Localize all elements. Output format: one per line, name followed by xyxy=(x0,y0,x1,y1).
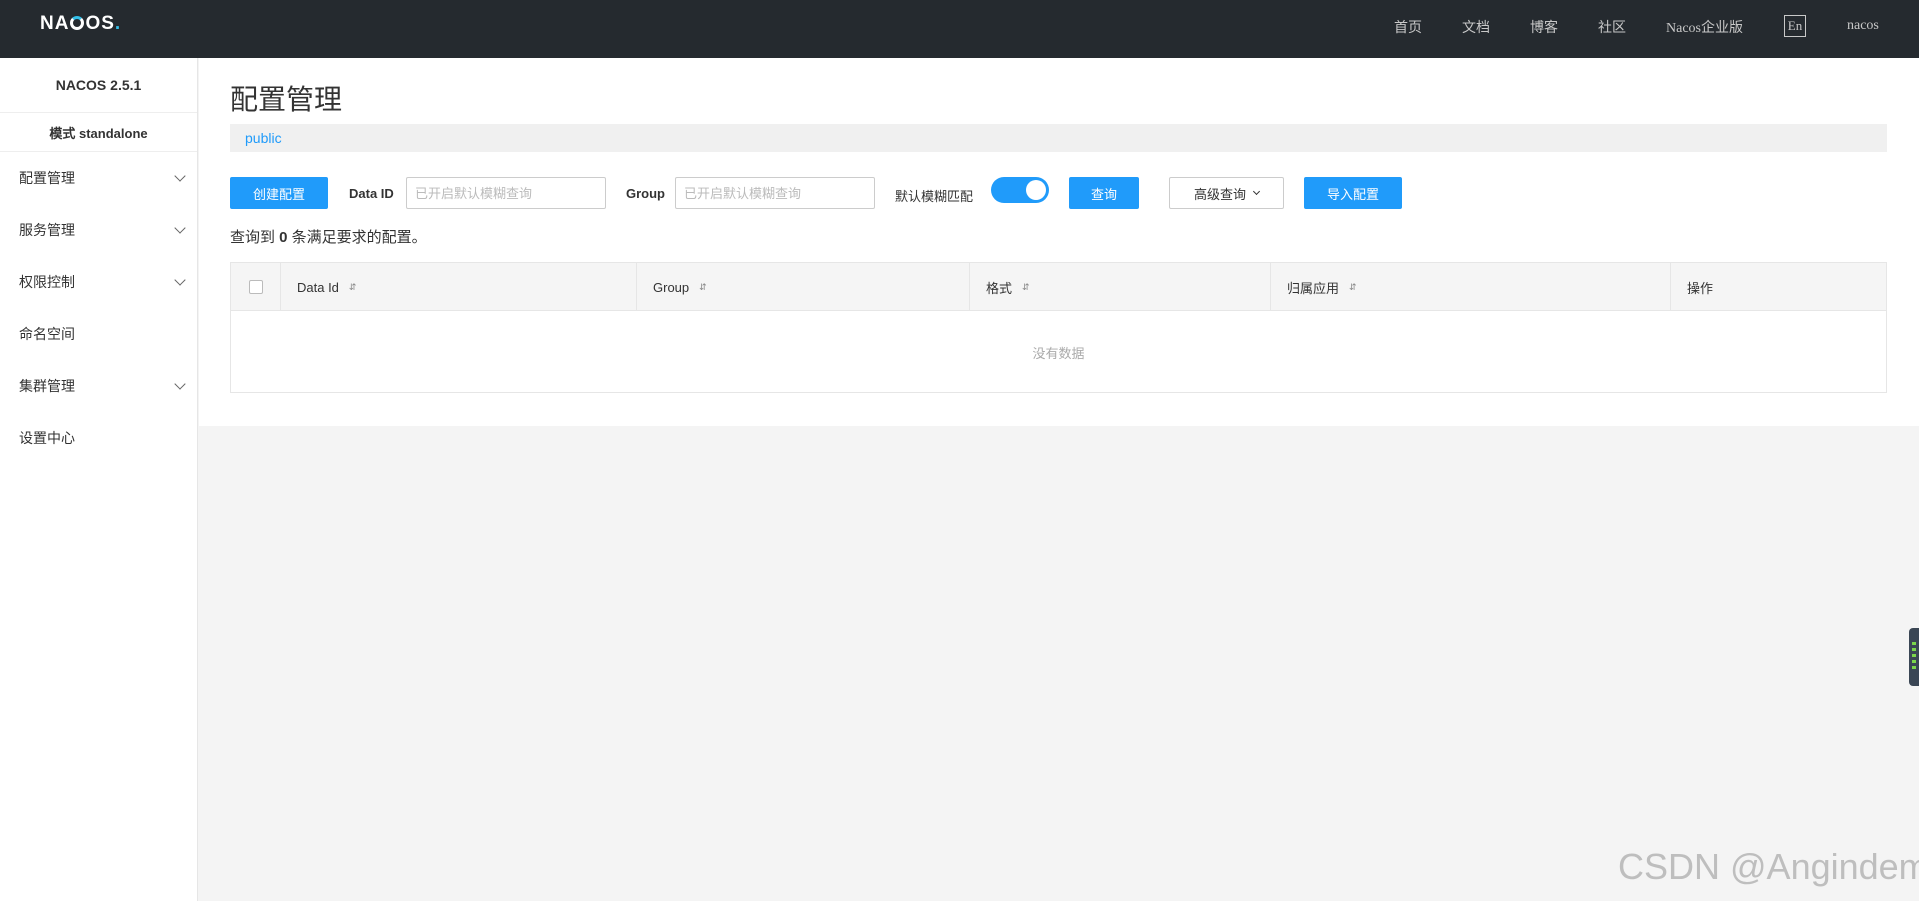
column-actions: 操作 xyxy=(1671,263,1886,311)
logo-text-start: NA xyxy=(40,13,70,34)
watermark: CSDN @Angindem xyxy=(1618,846,1919,887)
floating-side-handle[interactable] xyxy=(1909,628,1919,686)
group-label: Group xyxy=(626,186,665,201)
table-header: Data Id ⇵ Group ⇵ 格式 ⇵ 归属应用 ⇵ 操作 xyxy=(231,263,1886,311)
chevron-down-icon xyxy=(1252,187,1261,196)
result-summary: 查询到 0 条满足要求的配置。 xyxy=(230,226,427,247)
column-label: 操作 xyxy=(1687,280,1714,296)
nav-community[interactable]: 社区 xyxy=(1598,17,1626,37)
advanced-search-label: 高级查询 xyxy=(1193,186,1246,202)
version-label: NACOS 2.5.1 xyxy=(0,58,197,113)
namespace-public-link[interactable]: public xyxy=(245,130,282,146)
nav-enterprise[interactable]: Nacos企业版 xyxy=(1666,17,1743,37)
create-config-button[interactable]: 创建配置 xyxy=(230,177,328,209)
column-label: Group xyxy=(653,279,690,295)
column-format[interactable]: 格式 ⇵ xyxy=(970,263,1271,311)
sidebar-item-config[interactable]: 配置管理 xyxy=(0,152,197,204)
sidebar-item-settings[interactable]: 设置中心 xyxy=(0,412,197,464)
logo-dot: . xyxy=(114,13,122,34)
sidebar-item-namespace[interactable]: 命名空间 xyxy=(0,308,197,360)
main-content: 配置管理 public 创建配置 Data ID Group 默认模糊匹配 查询… xyxy=(199,58,1919,426)
dataid-label: Data ID xyxy=(349,186,394,201)
user-menu[interactable]: nacos xyxy=(1847,18,1879,34)
import-config-button[interactable]: 导入配置 xyxy=(1304,177,1402,209)
column-app[interactable]: 归属应用 ⇵ xyxy=(1271,263,1671,311)
toggle-knob xyxy=(1026,180,1046,200)
nav-docs[interactable]: 文档 xyxy=(1462,17,1490,37)
chevron-down-icon xyxy=(174,274,186,286)
column-label: 格式 xyxy=(986,280,1013,296)
language-switch-button[interactable]: En xyxy=(1784,15,1806,37)
top-navbar: NA OS. 首页 文档 博客 社区 Nacos企业版 nacos En xyxy=(0,0,1919,58)
select-all-checkbox[interactable] xyxy=(248,280,263,294)
sidebar-item-service[interactable]: 服务管理 xyxy=(0,204,197,256)
chevron-down-icon xyxy=(174,170,186,182)
mode-label: 模式 standalone xyxy=(0,113,197,152)
result-prefix: 查询到 xyxy=(230,229,280,246)
sidebar-item-label: 集群管理 xyxy=(19,378,75,394)
chevron-down-icon xyxy=(174,378,186,390)
sort-icon[interactable]: ⇵ xyxy=(1349,282,1357,293)
advanced-search-button[interactable]: 高级查询 xyxy=(1169,177,1284,209)
result-count: 0 xyxy=(279,229,288,246)
nacos-logo[interactable]: NA OS. xyxy=(40,13,121,35)
sort-icon[interactable]: ⇵ xyxy=(699,282,707,293)
column-label: 归属应用 xyxy=(1287,280,1340,296)
nav-blog[interactable]: 博客 xyxy=(1530,17,1558,37)
namespace-bar: public xyxy=(230,124,1887,152)
group-input[interactable] xyxy=(675,177,875,209)
sidebar-item-label: 配置管理 xyxy=(19,170,75,186)
column-dataid[interactable]: Data Id ⇵ xyxy=(281,263,637,311)
sort-icon[interactable]: ⇵ xyxy=(349,282,357,293)
sidebar-item-label: 服务管理 xyxy=(19,222,75,238)
sidebar-item-label: 权限控制 xyxy=(19,274,75,290)
dataid-input[interactable] xyxy=(406,177,606,209)
fuzzy-match-label: 默认模糊匹配 xyxy=(895,189,974,204)
sidebar-item-cluster[interactable]: 集群管理 xyxy=(0,360,197,412)
column-label: Data Id xyxy=(297,279,339,295)
page-title: 配置管理 xyxy=(230,84,343,115)
select-all-cell xyxy=(231,263,281,311)
search-button[interactable]: 查询 xyxy=(1069,177,1139,209)
fuzzy-match-toggle[interactable] xyxy=(991,177,1049,203)
sidebar-item-auth[interactable]: 权限控制 xyxy=(0,256,197,308)
sort-icon[interactable]: ⇵ xyxy=(1022,282,1030,293)
sidebar: NACOS 2.5.1 模式 standalone 配置管理 服务管理 权限控制… xyxy=(0,58,198,901)
sidebar-item-label: 设置中心 xyxy=(19,430,75,446)
logo-text-end: OS xyxy=(85,13,115,34)
sidebar-item-label: 命名空间 xyxy=(19,326,75,342)
config-table: Data Id ⇵ Group ⇵ 格式 ⇵ 归属应用 ⇵ 操作 没有数据 xyxy=(230,262,1887,393)
result-suffix: 条满足要求的配置。 xyxy=(287,229,427,246)
chevron-down-icon xyxy=(174,222,186,234)
column-group[interactable]: Group ⇵ xyxy=(637,263,970,311)
logo-ring-icon xyxy=(70,16,85,30)
nav-home[interactable]: 首页 xyxy=(1394,17,1422,37)
empty-state: 没有数据 xyxy=(1032,345,1085,361)
